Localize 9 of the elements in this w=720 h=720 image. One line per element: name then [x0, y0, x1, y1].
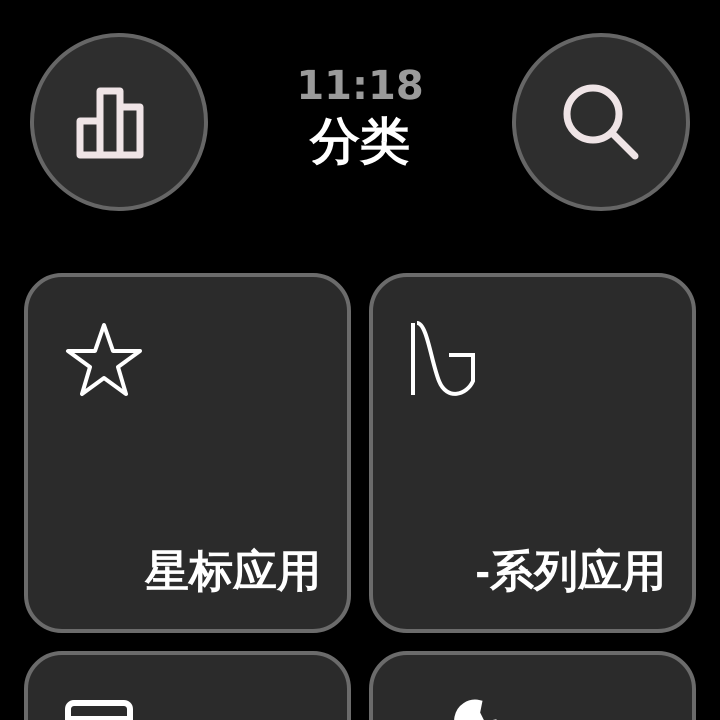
page-title: 分类 — [310, 111, 410, 171]
category-label: 星标应用 — [145, 546, 322, 598]
category-tile[interactable]: -系列应用 — [369, 273, 696, 633]
search-icon — [560, 82, 641, 162]
wave-icon — [409, 321, 477, 397]
category-tile[interactable]: 星标应用 — [24, 273, 351, 633]
category-label: -系列应用 — [475, 546, 667, 598]
clock-time: 11:18 — [296, 62, 424, 111]
star-icon — [64, 321, 144, 399]
